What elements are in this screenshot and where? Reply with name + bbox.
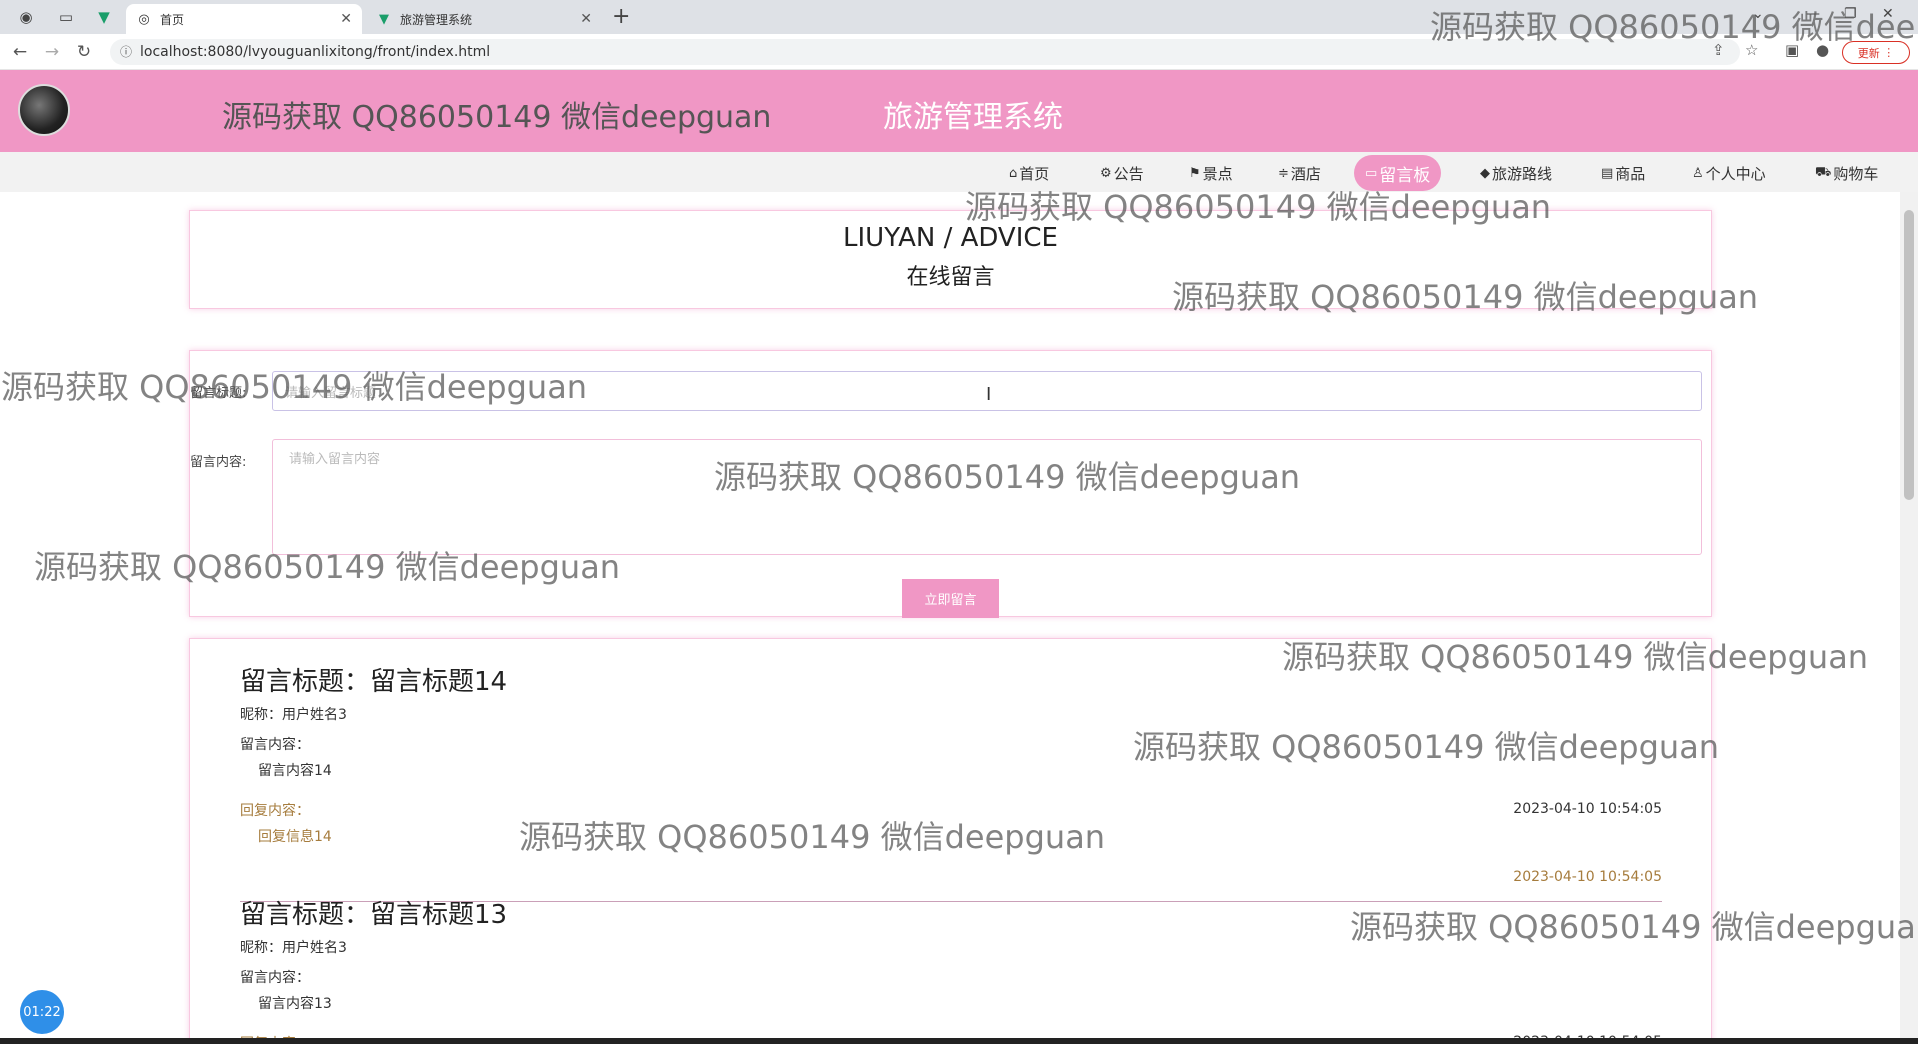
tab-system-label: 旅游管理系统 [400,12,473,27]
close-icon[interactable]: ✕ [580,11,592,27]
menu-item-goods[interactable]: ▤ 商品 [1601,162,1645,184]
submit-message-button[interactable]: 立即留言 [902,579,999,618]
site-header: 源码获取 QQ86050149 微信deepguan 旅游管理系统 [0,70,1918,152]
home-icon: ⌂ [1009,165,1018,181]
watermark: 源码获取 QQ86050149 微信deepguan [1,368,588,406]
menu-item-home[interactable]: ⌂ 首页 [1009,162,1049,184]
watermark: 源码获取 QQ86050149 微信deepguan [1430,8,1918,46]
tab-search-icon[interactable]: ◉ [12,6,40,28]
menu-item-cart[interactable]: ⛟ 购物车 [1815,162,1878,184]
bottom-bar [0,1038,1918,1044]
tab-placeholder-icon[interactable]: ▭ [52,6,80,28]
watermark: 源码获取 QQ86050149 微信deepguan [1172,278,1759,316]
globe-icon: ◎ [138,11,150,27]
timer-badge[interactable]: 01:22 [20,990,64,1034]
content-label: 留言内容: [190,455,247,470]
sliders-icon: ≑ [1278,165,1289,181]
close-icon[interactable]: ✕ [340,11,352,27]
layers-icon: ◆ [1480,165,1490,181]
watermark: 源码获取 QQ86050149 微信deepguan [1282,638,1869,676]
menu-item-scenic[interactable]: ⚑ 景点 [1189,162,1233,184]
info-icon: ⓘ [120,45,133,59]
user-icon: ♙ [1692,165,1704,181]
main-menu: ⌂ 首页 ⚙ 公告 ⚑ 景点 ≑ 酒店 ▭ 留言板 ◆ 旅游路线 ▤ 商品 ♙ 个人中心 ⛟ 购物… [0,152,1918,192]
message-nickname: 昵称：用户姓名3 [240,707,347,723]
watermark: 源码获取 QQ86050149 微信deepguan [519,818,1106,856]
new-tab-button[interactable]: + [612,4,630,29]
header-text: 源码获取 QQ86050149 微信deepguan [222,100,772,135]
vue-tab-icon[interactable]: ▼ [90,6,118,28]
scroll-thumb[interactable] [1904,210,1914,500]
notice-icon: ⚙ [1100,165,1112,181]
cart-icon: ⛟ [1815,164,1832,180]
forward-icon[interactable]: → [40,41,64,63]
message-time: 2023-04-10 10:54:05 [1513,801,1662,817]
menu-item-user-center[interactable]: ♙ 个人中心 [1692,162,1766,184]
site-logo[interactable] [18,84,70,136]
vue-icon: ▼ [379,11,389,27]
back-icon[interactable]: ← [8,41,32,63]
watermark: 源码获取 QQ86050149 微信deepguan [1133,728,1720,766]
message-content: 留言内容13 [258,996,332,1012]
message-icon: ▭ [1365,165,1378,181]
watermark: 源码获取 QQ86050149 微信deepguan [965,188,1552,226]
text-cursor-icon: I [986,384,992,405]
menu-item-notice[interactable]: ⚙ 公告 [1100,162,1144,184]
watermark: 源码获取 QQ86050149 微信deepguan [34,548,621,586]
watermark: 源码获取 QQ86050149 微信deepguan [1350,908,1918,946]
url-text: localhost:8080/lvyouguanlixitong/front/i… [140,44,491,60]
reply-time: 2023-04-10 10:54:05 [1513,869,1662,885]
flag-icon: ⚑ [1189,165,1201,181]
goods-icon: ▤ [1601,165,1614,181]
menu-item-hotel[interactable]: ≑ 酒店 [1278,162,1321,184]
tab-home[interactable]: ◎ 首页 ✕ [126,4,362,34]
tab-system[interactable]: ▼ 旅游管理系统 ✕ [366,4,602,34]
tab-home-label: 首页 [160,12,185,27]
message-content-label: 留言内容： [240,970,310,986]
reload-icon[interactable]: ↻ [72,41,96,63]
menu-item-route[interactable]: ◆ 旅游路线 [1480,162,1552,184]
site-title: 旅游管理系统 [883,100,1063,135]
watermark: 源码获取 QQ86050149 微信deepguan [714,458,1301,496]
